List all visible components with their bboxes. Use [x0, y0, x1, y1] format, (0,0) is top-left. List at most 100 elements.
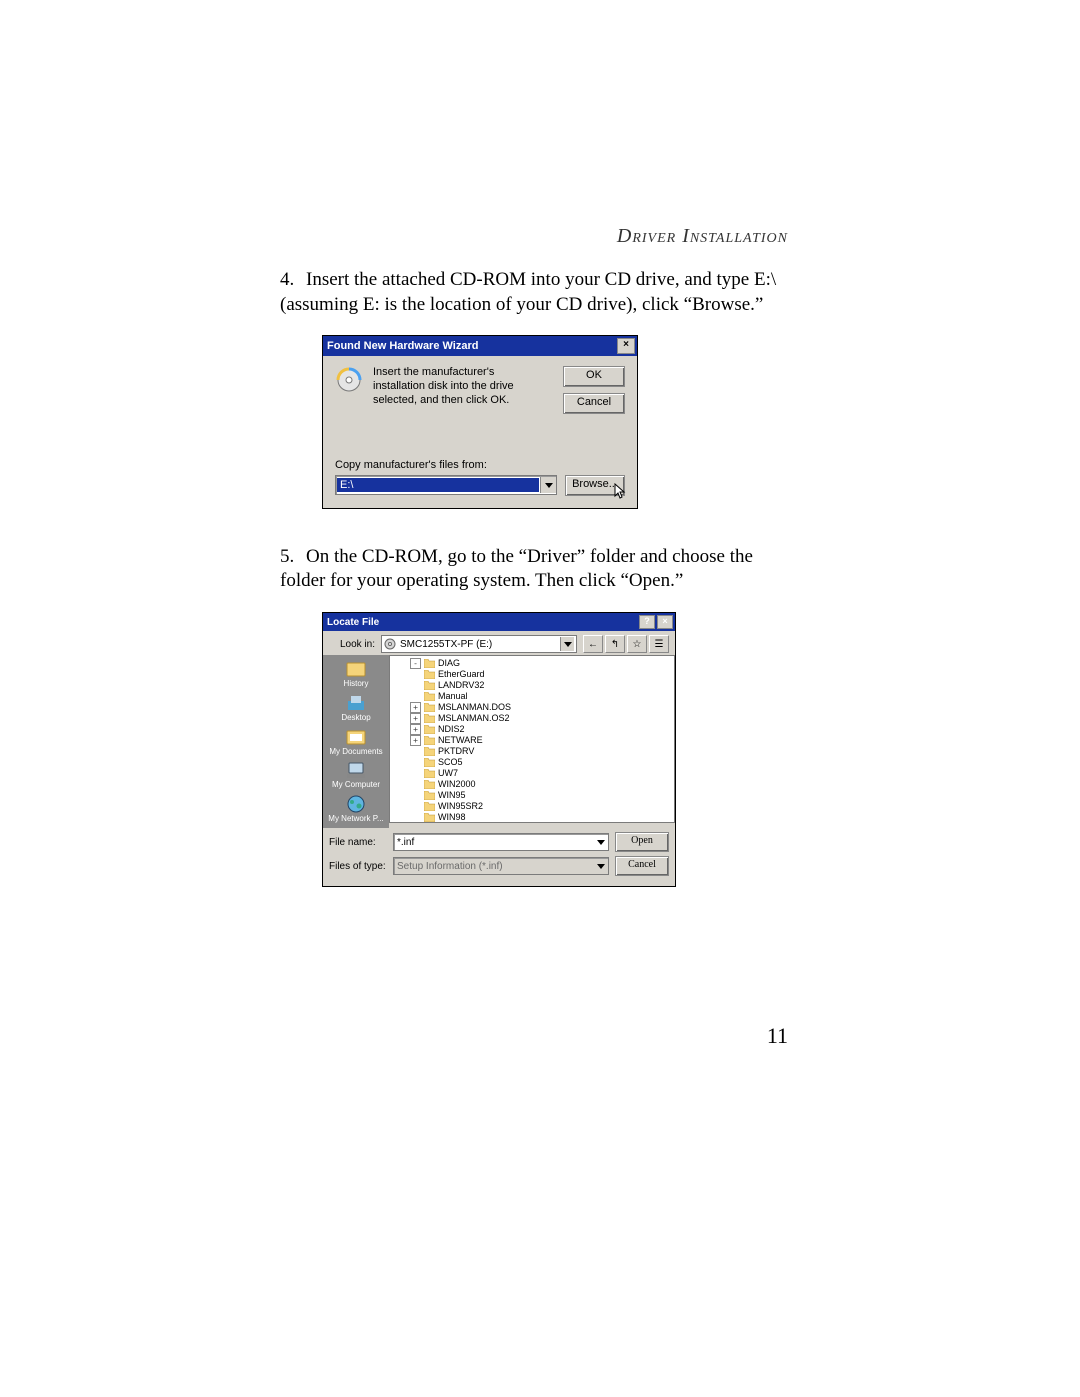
dialog-title: Locate File — [327, 616, 379, 629]
places-item[interactable]: My Network P... — [327, 794, 385, 824]
back-button[interactable]: ← — [583, 635, 603, 653]
tree-node-label: NETWARE — [438, 735, 483, 746]
tree-node[interactable]: + MSLANMAN.DOS — [394, 702, 670, 713]
places-item[interactable]: My Computer — [327, 760, 385, 790]
step-text: On the CD-ROM, go to the “Driver” folder… — [280, 546, 753, 592]
tree-node-label: PKTDRV — [438, 746, 474, 757]
folder-icon — [424, 791, 435, 800]
place-icon — [344, 794, 368, 814]
folder-icon — [424, 758, 435, 767]
place-icon — [344, 659, 368, 679]
places-item[interactable]: History — [327, 659, 385, 689]
step-number: 4. — [280, 268, 306, 293]
browse-button[interactable]: Browse... — [565, 475, 625, 496]
tree-node-label: MSLANMAN.DOS — [438, 702, 511, 713]
filename-value: *.inf — [397, 836, 414, 849]
path-combobox[interactable]: E:\ — [335, 475, 557, 495]
dialog-message: Insert the manufacturer's installation d… — [373, 366, 545, 407]
tree-node[interactable]: LANDRV32 — [394, 680, 670, 691]
open-button[interactable]: Open — [615, 832, 669, 852]
place-icon — [344, 727, 368, 747]
cancel-button[interactable]: Cancel — [563, 393, 625, 414]
tree-node[interactable]: - DIAG — [394, 658, 670, 669]
page-number: 11 — [767, 1023, 788, 1049]
new-folder-button[interactable]: ☆ — [627, 635, 647, 653]
chevron-down-icon[interactable] — [597, 864, 605, 869]
folder-icon — [424, 725, 435, 734]
folder-icon — [424, 802, 435, 811]
tree-node[interactable]: WIN95 — [394, 790, 670, 801]
views-button[interactable]: ☰ — [649, 635, 669, 653]
tree-node[interactable]: WIN95SR2 — [394, 801, 670, 812]
folder-icon — [424, 813, 435, 822]
found-new-hardware-dialog: Found New Hardware Wizard × Insert the m… — [322, 335, 638, 508]
tree-node-label: DIAG — [438, 658, 460, 669]
step-4: 4.Insert the attached CD-ROM into your C… — [280, 268, 788, 509]
expand-icon[interactable]: - — [410, 658, 421, 669]
cd-icon — [335, 366, 363, 394]
expand-icon[interactable]: + — [410, 702, 421, 713]
folder-icon — [424, 670, 435, 679]
places-item[interactable]: Desktop — [327, 693, 385, 723]
filetype-combobox[interactable]: Setup Information (*.inf) — [393, 857, 609, 875]
tree-node-label: WIN95 — [438, 790, 466, 801]
places-item[interactable]: My Documents — [327, 727, 385, 757]
file-list[interactable]: -DIAGEtherGuardLANDRV32Manual+MSLANMAN.D… — [389, 655, 675, 823]
browse-label: Browse... — [572, 478, 618, 490]
place-label: Desktop — [327, 714, 385, 723]
lookin-combobox[interactable]: SMC1255TX-PF (E:) — [381, 635, 577, 653]
expand-icon[interactable]: + — [410, 713, 421, 724]
tree-node[interactable]: WIN2000 — [394, 779, 670, 790]
filename-input[interactable]: *.inf — [393, 833, 609, 851]
tree-node-label: EtherGuard — [438, 669, 485, 680]
expand-icon[interactable]: + — [410, 735, 421, 746]
chevron-down-icon[interactable] — [560, 637, 574, 651]
ok-button[interactable]: OK — [563, 366, 625, 387]
locate-file-dialog: Locate File ? × Look in: SMC1255TX-PF (E… — [322, 612, 676, 887]
place-label: My Computer — [327, 781, 385, 790]
tree-node-label: NDIS2 — [438, 724, 465, 735]
help-button[interactable]: ? — [639, 615, 655, 629]
filename-label: File name: — [329, 836, 387, 849]
cd-drive-icon — [384, 638, 396, 650]
tree-node[interactable]: Manual — [394, 691, 670, 702]
close-button[interactable]: × — [657, 615, 673, 629]
filetype-value: Setup Information (*.inf) — [397, 860, 503, 873]
place-icon — [344, 693, 368, 713]
tree-node-label: WIN98 — [438, 812, 466, 823]
tree-node[interactable]: PKTDRV — [394, 746, 670, 757]
up-one-level-button[interactable]: ↰ — [605, 635, 625, 653]
tree-node[interactable]: SCO5 — [394, 757, 670, 768]
tree-node[interactable]: + MSLANMAN.OS2 — [394, 713, 670, 724]
places-bar: History Desktop My Documents My Computer My … — [323, 655, 389, 828]
tree-node[interactable]: UW7 — [394, 768, 670, 779]
tree-node-label: WIN95SR2 — [438, 801, 483, 812]
step-text: Insert the attached CD-ROM into your CD … — [280, 269, 776, 315]
chevron-down-icon[interactable] — [540, 477, 556, 493]
copy-from-label: Copy manufacturer's files from: — [335, 458, 625, 472]
lookin-label: Look in: — [329, 638, 375, 651]
chevron-down-icon[interactable] — [597, 840, 605, 845]
tree-node-label: WIN2000 — [438, 779, 476, 790]
folder-icon — [424, 659, 435, 668]
cursor-icon — [614, 483, 628, 501]
step-number: 5. — [280, 545, 306, 570]
folder-icon — [424, 681, 435, 690]
dialog-titlebar[interactable]: Found New Hardware Wizard × — [323, 336, 637, 356]
cancel-button[interactable]: Cancel — [615, 856, 669, 876]
folder-icon — [424, 692, 435, 701]
path-value: E:\ — [337, 478, 539, 492]
tree-node[interactable]: + NETWARE — [394, 735, 670, 746]
dialog-titlebar[interactable]: Locate File ? × — [323, 613, 675, 631]
tree-node-label: MSLANMAN.OS2 — [438, 713, 510, 724]
folder-icon — [424, 769, 435, 778]
tree-node[interactable]: + NDIS2 — [394, 724, 670, 735]
close-button[interactable]: × — [617, 338, 635, 354]
tree-node[interactable]: EtherGuard — [394, 669, 670, 680]
place-label: My Documents — [327, 748, 385, 757]
folder-icon — [424, 703, 435, 712]
expand-icon[interactable]: + — [410, 724, 421, 735]
place-label: History — [327, 680, 385, 689]
tree-node[interactable]: WIN98 — [394, 812, 670, 823]
tree-node-label: UW7 — [438, 768, 458, 779]
